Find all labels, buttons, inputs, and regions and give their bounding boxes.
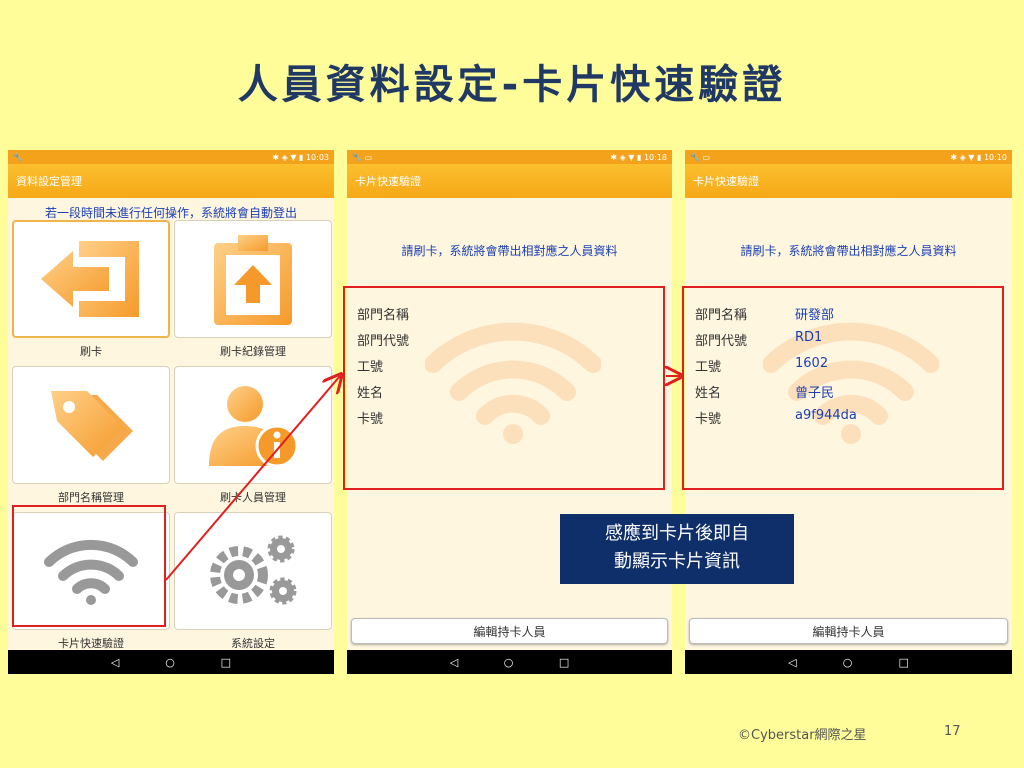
app-bar: 卡片快速驗證	[347, 164, 672, 198]
clipboard-upload-icon	[214, 235, 292, 325]
swipe-prompt: 請刷卡，系統將會帶出相對應之人員資料	[740, 244, 957, 258]
status-time: ✱ ◈ ▼ ▮ 10:03	[272, 152, 329, 162]
android-nav-bar: ◁ ○ □	[685, 650, 1012, 674]
app-bar-title: 資料設定管理	[16, 175, 82, 188]
app-bar-title: 卡片快速驗證	[693, 175, 759, 188]
tile-label: 刷卡人員管理	[220, 491, 286, 504]
back-icon[interactable]: ◁	[788, 656, 796, 669]
callout-auto-display: 感應到卡片後即自 動顯示卡片資訊	[560, 514, 794, 584]
menu-item-system-settings[interactable]: 系統設定	[174, 512, 332, 654]
app-bar-title: 卡片快速驗證	[355, 175, 421, 188]
wrench-icon: 🔧 ▭	[352, 152, 373, 162]
recent-apps-icon[interactable]: □	[899, 656, 909, 669]
highlight-filled-info-panel	[682, 286, 1004, 490]
tags-icon	[51, 391, 133, 461]
home-icon[interactable]: ○	[843, 656, 853, 669]
logout-arrow-icon	[41, 241, 139, 317]
page-number: 17	[944, 724, 961, 739]
status-time: ✱ ◈ ▼ ▮ 10:10	[950, 152, 1007, 162]
callout-line-1: 感應到卡片後即自	[605, 523, 749, 544]
highlight-quick-verify-tile	[12, 505, 166, 627]
status-bar: 🔧 ▭ ✱ ◈ ▼ ▮ 10:10	[685, 150, 1012, 164]
menu-item-swipe-card[interactable]: 刷卡	[12, 220, 170, 362]
back-icon[interactable]: ◁	[111, 656, 119, 669]
status-time: ✱ ◈ ▼ ▮ 10:18	[610, 152, 667, 162]
home-icon[interactable]: ○	[165, 656, 175, 669]
home-icon[interactable]: ○	[504, 656, 514, 669]
app-bar: 卡片快速驗證	[685, 164, 1012, 198]
menu-item-swipe-records[interactable]: 刷卡紀錄管理	[174, 220, 332, 362]
status-bar: 🔧 ▭ ✱ ◈ ▼ ▮ 10:18	[347, 150, 672, 164]
slide-title: 人員資料設定-卡片快速驗證	[237, 62, 787, 108]
callout-line-2: 動顯示卡片資訊	[614, 551, 740, 572]
recent-apps-icon[interactable]: □	[221, 656, 231, 669]
tile-label: 刷卡紀錄管理	[220, 345, 286, 358]
tile-label: 刷卡	[80, 345, 102, 358]
highlight-empty-info-panel	[343, 286, 665, 490]
android-nav-bar: ◁ ○ □	[8, 650, 334, 674]
tile-label: 系統設定	[231, 637, 275, 650]
android-nav-bar: ◁ ○ □	[347, 650, 672, 674]
gears-icon	[210, 535, 297, 605]
app-bar: 資料設定管理	[8, 164, 334, 198]
menu-item-card-holders[interactable]: 刷卡人員管理	[174, 366, 332, 508]
edit-card-holder-button[interactable]: 編輯持卡人員	[351, 618, 668, 644]
tile-label: 卡片快速驗證	[58, 637, 124, 650]
auto-logout-notice: 若一段時間未進行任何操作，系統將會自動登出	[44, 206, 297, 220]
wrench-icon: 🔧 ▭	[690, 152, 711, 162]
recent-apps-icon[interactable]: □	[559, 656, 569, 669]
status-bar: 🔧 ✱ ◈ ▼ ▮ 10:03	[8, 150, 334, 164]
swipe-prompt: 請刷卡，系統將會帶出相對應之人員資料	[401, 244, 618, 258]
wrench-icon: 🔧	[13, 152, 23, 162]
user-info-icon	[209, 386, 299, 468]
footer-copyright: ©Cyberstar網際之星	[738, 728, 867, 743]
menu-item-department-names[interactable]: 部門名稱管理	[12, 366, 170, 508]
tile-label: 部門名稱管理	[58, 491, 124, 504]
back-icon[interactable]: ◁	[450, 656, 458, 669]
edit-card-holder-button[interactable]: 編輯持卡人員	[689, 618, 1008, 644]
